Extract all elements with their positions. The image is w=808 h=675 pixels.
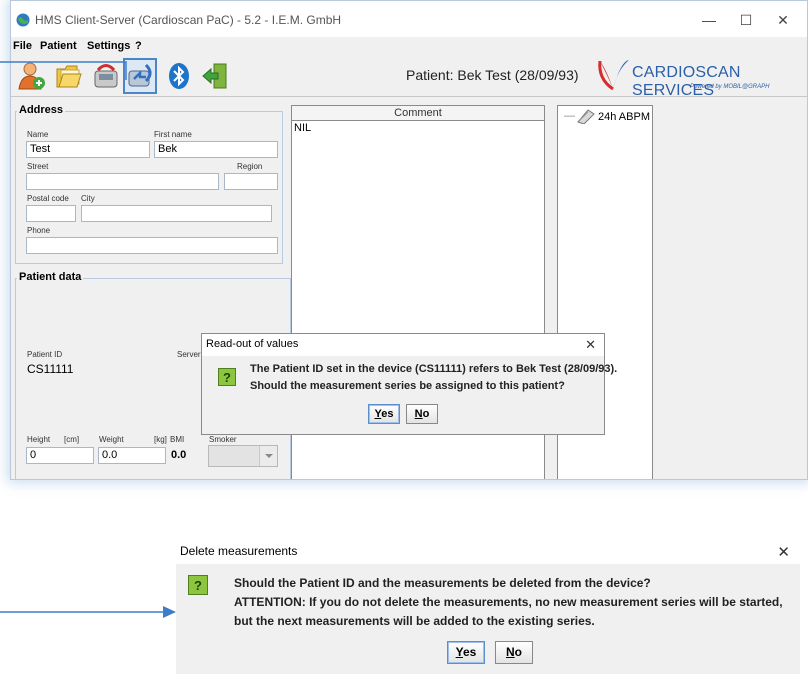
arrow-to-readout-button [0,61,127,80]
annotation-arrows [0,61,176,618]
arrow-head-icon [163,606,176,618]
